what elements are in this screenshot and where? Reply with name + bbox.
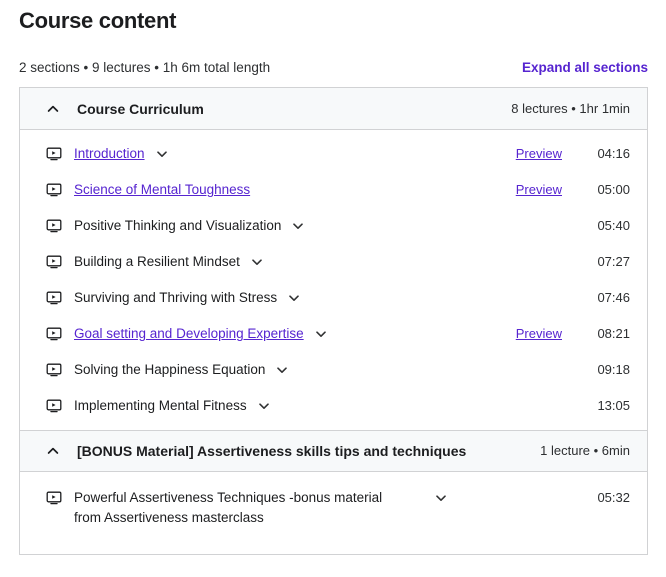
expand-all-sections-link[interactable]: Expand all sections bbox=[522, 58, 648, 78]
lecture-row[interactable]: Powerful Assertiveness Techniques -bonus… bbox=[20, 488, 647, 528]
lecture-row[interactable]: Goal setting and Developing Expertise Pr… bbox=[20, 324, 647, 346]
lecture-row[interactable]: Building a Resilient Mindset 07:27 bbox=[20, 252, 647, 274]
lecture-row[interactable]: Implementing Mental Fitness 13:05 bbox=[20, 396, 647, 418]
lecture-row[interactable]: Solving the Happiness Equation 09:18 bbox=[20, 360, 647, 382]
lecture-title[interactable]: Goal setting and Developing Expertise bbox=[74, 324, 304, 344]
lecture-main: Goal setting and Developing Expertise bbox=[74, 324, 490, 344]
chevron-down-icon[interactable] bbox=[155, 147, 169, 161]
chevron-down-icon[interactable] bbox=[314, 327, 328, 341]
lecture-duration: 08:21 bbox=[597, 326, 630, 341]
preview-link[interactable]: Preview bbox=[490, 324, 562, 344]
play-video-icon bbox=[46, 254, 62, 270]
chevron-up-icon bbox=[46, 444, 60, 458]
lecture-duration: 04:16 bbox=[597, 146, 630, 161]
lecture-title: Building a Resilient Mindset bbox=[74, 254, 240, 269]
lecture-main: Implementing Mental Fitness bbox=[74, 396, 490, 416]
preview-link[interactable]: Preview bbox=[490, 144, 562, 164]
lecture-row[interactable]: Introduction Preview 04:16 bbox=[20, 144, 647, 166]
lecture-title: Positive Thinking and Visualization bbox=[74, 218, 282, 233]
course-summary-text: 2 sections • 9 lectures • 1h 6m total le… bbox=[19, 60, 271, 75]
chevron-up-icon bbox=[46, 102, 60, 116]
lecture-title: Implementing Mental Fitness bbox=[74, 398, 247, 413]
play-video-icon bbox=[46, 362, 62, 378]
lecture-main: Powerful Assertiveness Techniques -bonus… bbox=[74, 488, 490, 528]
lecture-title: Solving the Happiness Equation bbox=[74, 362, 266, 377]
lecture-duration: 07:46 bbox=[597, 290, 630, 305]
lecture-duration: 07:27 bbox=[597, 254, 630, 269]
lecture-title: Powerful Assertiveness Techniques -bonus… bbox=[74, 490, 383, 525]
section-header-course-curriculum[interactable]: Course Curriculum 8 lectures • 1hr 1min bbox=[20, 88, 647, 130]
section-title: Course Curriculum bbox=[77, 100, 204, 117]
lecture-row[interactable]: Science of Mental Toughness Preview 05:0… bbox=[20, 180, 647, 202]
lecture-title[interactable]: Science of Mental Toughness bbox=[74, 180, 250, 200]
section-meta: 1 lecture • 6min bbox=[540, 443, 630, 458]
lecture-title[interactable]: Introduction bbox=[74, 144, 145, 164]
lecture-row[interactable]: Surviving and Thriving with Stress 07:46 bbox=[20, 288, 647, 310]
lecture-row[interactable]: Positive Thinking and Visualization 05:4… bbox=[20, 216, 647, 238]
lecture-main: Science of Mental Toughness bbox=[74, 180, 490, 200]
lecture-main: Surviving and Thriving with Stress bbox=[74, 288, 490, 308]
course-curriculum-accordion: Course Curriculum 8 lectures • 1hr 1min … bbox=[19, 87, 648, 555]
play-video-icon bbox=[46, 182, 62, 198]
play-video-icon bbox=[46, 490, 62, 506]
section-body-bonus-material: Powerful Assertiveness Techniques -bonus… bbox=[20, 472, 647, 554]
play-video-icon bbox=[46, 398, 62, 414]
lecture-title: Surviving and Thriving with Stress bbox=[74, 290, 278, 305]
section-header-bonus-material[interactable]: [BONUS Material] Assertiveness skills ti… bbox=[20, 430, 647, 472]
lecture-main: Positive Thinking and Visualization bbox=[74, 216, 490, 236]
lecture-duration: 05:32 bbox=[597, 490, 630, 505]
lecture-main: Solving the Happiness Equation bbox=[74, 360, 490, 380]
preview-link[interactable]: Preview bbox=[490, 180, 562, 200]
lecture-duration: 05:00 bbox=[597, 182, 630, 197]
lecture-duration: 09:18 bbox=[597, 362, 630, 377]
section-meta: 8 lectures • 1hr 1min bbox=[511, 100, 630, 116]
lecture-main: Introduction bbox=[74, 144, 490, 164]
chevron-down-icon[interactable] bbox=[250, 255, 264, 269]
lecture-duration: 13:05 bbox=[597, 398, 630, 413]
chevron-down-icon[interactable] bbox=[291, 219, 305, 233]
lecture-main: Building a Resilient Mindset bbox=[74, 252, 490, 272]
play-video-icon bbox=[46, 218, 62, 234]
section-title: [BONUS Material] Assertiveness skills ti… bbox=[77, 443, 467, 459]
play-video-icon bbox=[46, 290, 62, 306]
chevron-down-icon[interactable] bbox=[257, 399, 271, 413]
chevron-down-icon[interactable] bbox=[434, 491, 448, 505]
chevron-down-icon[interactable] bbox=[275, 363, 289, 377]
play-video-icon bbox=[46, 326, 62, 342]
lecture-duration: 05:40 bbox=[597, 218, 630, 233]
course-content-page: Course content 2 sections • 9 lectures •… bbox=[0, 0, 666, 577]
page-title: Course content bbox=[19, 8, 177, 33]
course-meta-row: 2 sections • 9 lectures • 1h 6m total le… bbox=[19, 58, 648, 78]
play-video-icon bbox=[46, 146, 62, 162]
chevron-down-icon[interactable] bbox=[287, 291, 301, 305]
section-body-course-curriculum: Introduction Preview 04:16 Science of Me… bbox=[20, 130, 647, 430]
